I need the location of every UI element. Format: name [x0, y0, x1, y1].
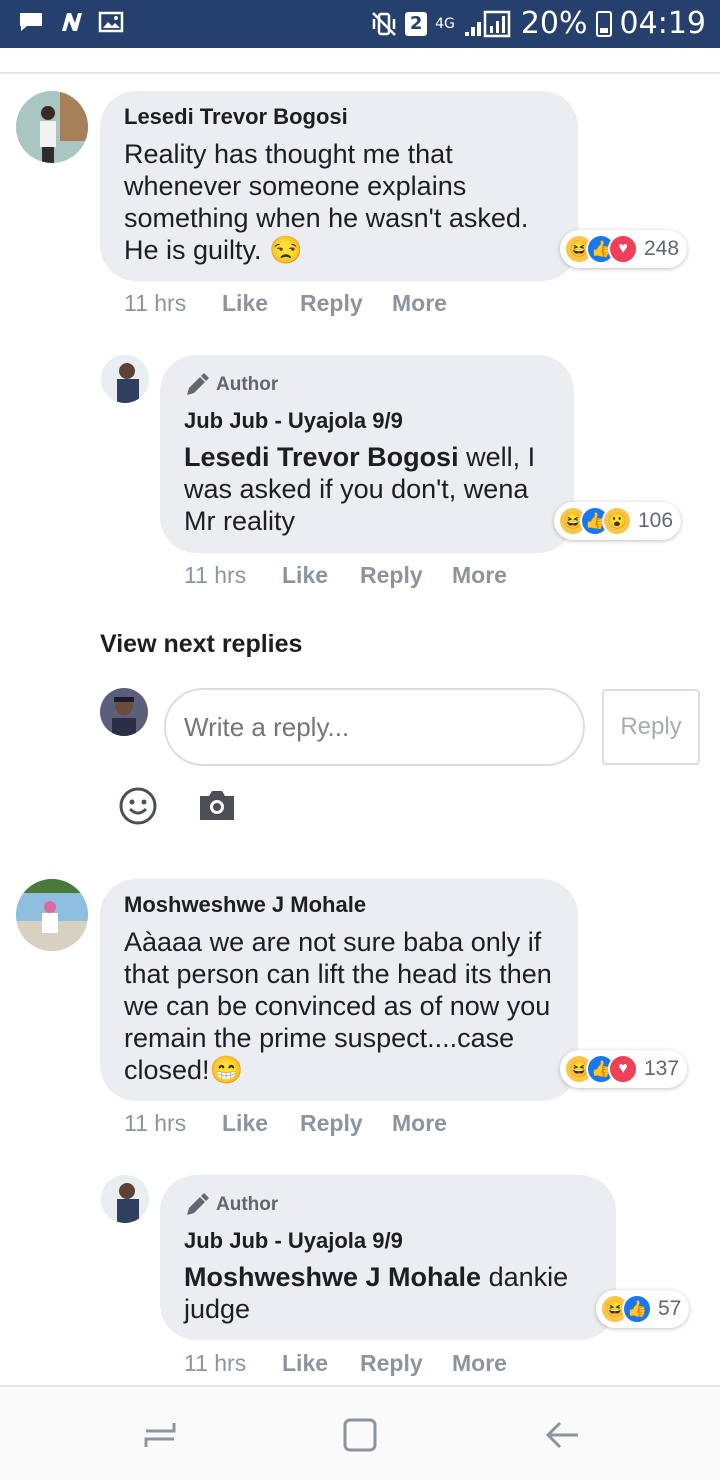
author-tag: Author [184, 372, 278, 398]
reaction-count: 106 [638, 509, 674, 532]
current-user-avatar [100, 688, 148, 736]
status-bar: 2 4G 20% 04:19 [0, 0, 720, 48]
comment-text: Aàaaa we are not sure baba only if that … [124, 927, 552, 1085]
battery-percent: 20% [520, 6, 588, 41]
reaction-summary[interactable]: 😆 👍 ♥ 248 [560, 230, 688, 268]
mention[interactable]: Lesedi Trevor Bogosi [184, 442, 459, 472]
signal-icon [464, 10, 511, 37]
reply-button[interactable]: Reply [360, 1350, 452, 1377]
reply-time: 11 hrs [184, 562, 247, 588]
reply-submit-button[interactable]: Reply [602, 689, 700, 765]
pen-icon [187, 373, 209, 395]
more-button[interactable]: More [452, 1350, 507, 1377]
profile-photo-icon [101, 1175, 149, 1223]
navigation-bar [0, 1385, 720, 1480]
camera-icon[interactable] [198, 788, 236, 822]
message-notification-icon [20, 13, 42, 31]
avatar[interactable] [16, 879, 88, 951]
reaction-summary[interactable]: 😆 👍 57 [596, 1290, 690, 1328]
reaction-summary[interactable]: 😆 👍 😮 106 [554, 502, 682, 540]
battery-icon [595, 10, 612, 37]
love-reaction-icon: ♥ [608, 1054, 638, 1084]
reaction-count: 248 [644, 237, 680, 260]
reply-input[interactable] [164, 688, 585, 766]
reaction-count: 137 [644, 1057, 680, 1080]
reaction-count: 57 [658, 1297, 682, 1320]
avatar[interactable] [16, 91, 88, 163]
wow-reaction-icon: 😮 [602, 506, 632, 536]
vibrate-icon [372, 11, 396, 36]
more-button[interactable]: More [392, 1110, 447, 1137]
avatar[interactable] [101, 1175, 149, 1223]
like-button[interactable]: Like [222, 290, 300, 317]
comment-actions: 11 hrs Like Reply More [124, 290, 447, 317]
news-app-icon [62, 13, 82, 31]
reply-author[interactable]: Jub Jub - Uyajola 9/9 [184, 1228, 403, 1254]
home-icon[interactable] [340, 1415, 380, 1455]
like-reaction-icon: 👍 [622, 1294, 652, 1324]
emoji-icon[interactable] [118, 786, 158, 826]
view-next-replies-link[interactable]: View next replies [100, 630, 302, 659]
profile-photo-icon [100, 688, 148, 736]
network-type: 4G [435, 15, 455, 32]
reply-button[interactable]: Reply [300, 290, 392, 317]
gallery-icon [98, 11, 124, 33]
profile-photo-icon [16, 879, 88, 951]
comment-time: 11 hrs [124, 1110, 187, 1136]
recent-apps-icon[interactable] [140, 1415, 180, 1455]
clock: 04:19 [619, 6, 706, 41]
author-tag-label: Author [216, 1194, 279, 1215]
reply-text: Moshweshwe J Mohale dankie judge [184, 1261, 584, 1325]
avatar[interactable] [101, 355, 149, 403]
author-tag: Author [184, 1192, 278, 1218]
like-button[interactable]: Like [282, 562, 360, 589]
sim-badge: 2 [405, 11, 428, 36]
profile-photo-icon [101, 355, 149, 403]
comment-actions: 11 hrs Like Reply More [124, 1110, 447, 1137]
back-icon[interactable] [542, 1415, 582, 1455]
comment-author[interactable]: Lesedi Trevor Bogosi [124, 104, 348, 130]
profile-photo-icon [16, 91, 88, 163]
reply-actions: 11 hrs Like Reply More [184, 1350, 507, 1377]
comment-text: Reality has thought me that whenever som… [124, 139, 529, 265]
mention[interactable]: Moshweshwe J Mohale [184, 1262, 481, 1292]
divider [0, 72, 720, 74]
like-button[interactable]: Like [282, 1350, 360, 1377]
more-button[interactable]: More [392, 290, 447, 317]
more-button[interactable]: More [452, 562, 507, 589]
reply-author[interactable]: Jub Jub - Uyajola 9/9 [184, 408, 403, 434]
like-button[interactable]: Like [222, 1110, 300, 1137]
comment-time: 11 hrs [124, 290, 187, 316]
love-reaction-icon: ♥ [608, 234, 638, 264]
author-tag-label: Author [216, 374, 279, 395]
pen-icon [187, 1193, 209, 1215]
comment-author[interactable]: Moshweshwe J Mohale [124, 892, 366, 918]
reply-button[interactable]: Reply [300, 1110, 392, 1137]
reply-text: Lesedi Trevor Bogosi well, I was asked i… [184, 441, 554, 537]
reply-time: 11 hrs [184, 1350, 247, 1376]
reaction-summary[interactable]: 😆 👍 ♥ 137 [560, 1050, 688, 1088]
reply-actions: 11 hrs Like Reply More [184, 562, 507, 589]
reply-button[interactable]: Reply [360, 562, 452, 589]
